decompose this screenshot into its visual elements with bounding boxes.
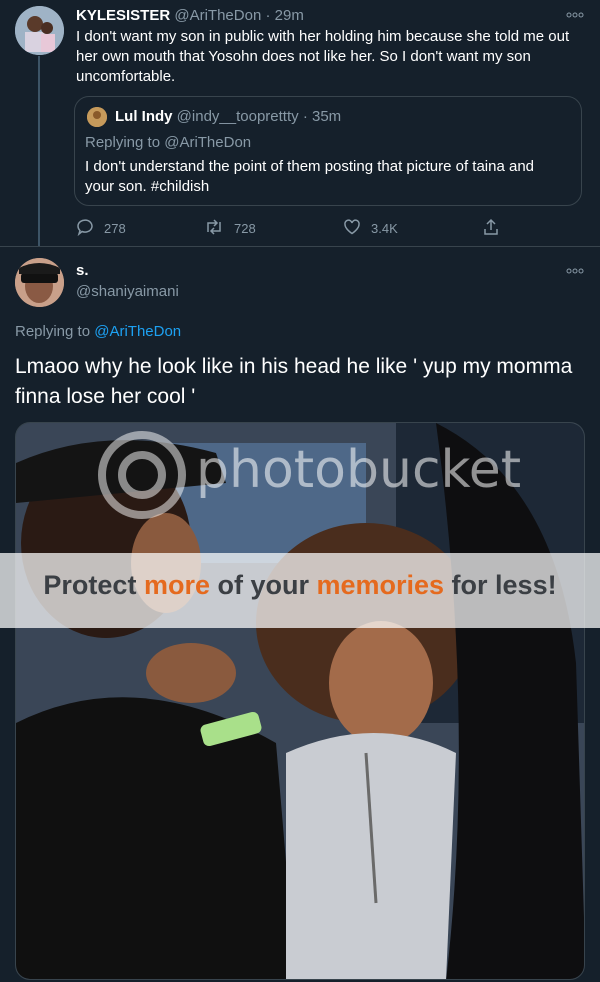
- banner-part5: for less!: [444, 570, 557, 600]
- tweet1-actions: 278 728 3.4K: [74, 218, 514, 238]
- replying-to: Replying to @AriTheDon: [15, 323, 181, 340]
- reply-icon: [76, 218, 94, 239]
- reply-count: 278: [104, 220, 126, 236]
- banner-part1: Protect: [43, 570, 144, 600]
- avatar-shaniyaimani[interactable]: [15, 258, 64, 307]
- tweet-time[interactable]: 29m: [275, 7, 304, 24]
- reply-button[interactable]: 278: [76, 218, 126, 238]
- tweet1-header: KYLESISTER @AriTheDon · 29m: [76, 7, 304, 24]
- author-handle[interactable]: @shaniyaimani: [76, 283, 179, 300]
- more-horizontal-icon[interactable]: [566, 264, 586, 274]
- quote-author-handle[interactable]: @indy__tooprettty: [177, 108, 299, 125]
- retweet-count: 728: [234, 220, 256, 236]
- retweet-icon: [204, 218, 224, 239]
- like-count: 3.4K: [371, 220, 398, 236]
- replying-handle-link[interactable]: @AriTheDon: [94, 323, 181, 340]
- quote-text: I don't understand the point of them pos…: [85, 158, 535, 195]
- photobucket-logo-text: photobucket: [196, 440, 522, 500]
- tweet2-author: s.: [76, 262, 89, 279]
- banner-part2: more: [143, 570, 210, 600]
- promo-banner-text: Protect more of your memories for less!: [0, 570, 600, 601]
- quote-header: Lul Indy @indy__tooprettty · 35m: [115, 108, 341, 125]
- tweet2-text: Lmaoo why he look like in his head he li…: [15, 355, 573, 408]
- share-icon: [482, 218, 500, 239]
- author-handle[interactable]: @AriTheDon: [174, 7, 261, 24]
- like-button[interactable]: 3.4K: [343, 218, 398, 238]
- quote-replying-to: Replying to @AriTheDon: [85, 134, 252, 151]
- quote-separator: ·: [302, 108, 308, 125]
- quoted-tweet[interactable]: Lul Indy @indy__tooprettty · 35m Replyin…: [74, 96, 582, 206]
- tweet1-text: I don't want my son in public with her h…: [76, 28, 570, 85]
- separator: ·: [265, 7, 271, 24]
- avatar-kylesister[interactable]: [15, 6, 64, 55]
- retweet-button[interactable]: 728: [204, 218, 256, 238]
- quote-author-name[interactable]: Lul Indy: [115, 108, 173, 125]
- author-name[interactable]: KYLESISTER: [76, 7, 170, 24]
- thread-line: [38, 56, 40, 252]
- quote-time[interactable]: 35m: [312, 108, 341, 125]
- heart-icon: [343, 218, 361, 239]
- banner-part4: memories: [316, 570, 445, 600]
- share-button[interactable]: [482, 218, 500, 238]
- replying-prefix: Replying to: [15, 323, 91, 340]
- quote-avatar[interactable]: [87, 107, 107, 127]
- more-horizontal-icon[interactable]: [566, 8, 586, 18]
- author-name[interactable]: s.: [76, 262, 89, 279]
- banner-part3: of your: [209, 570, 317, 600]
